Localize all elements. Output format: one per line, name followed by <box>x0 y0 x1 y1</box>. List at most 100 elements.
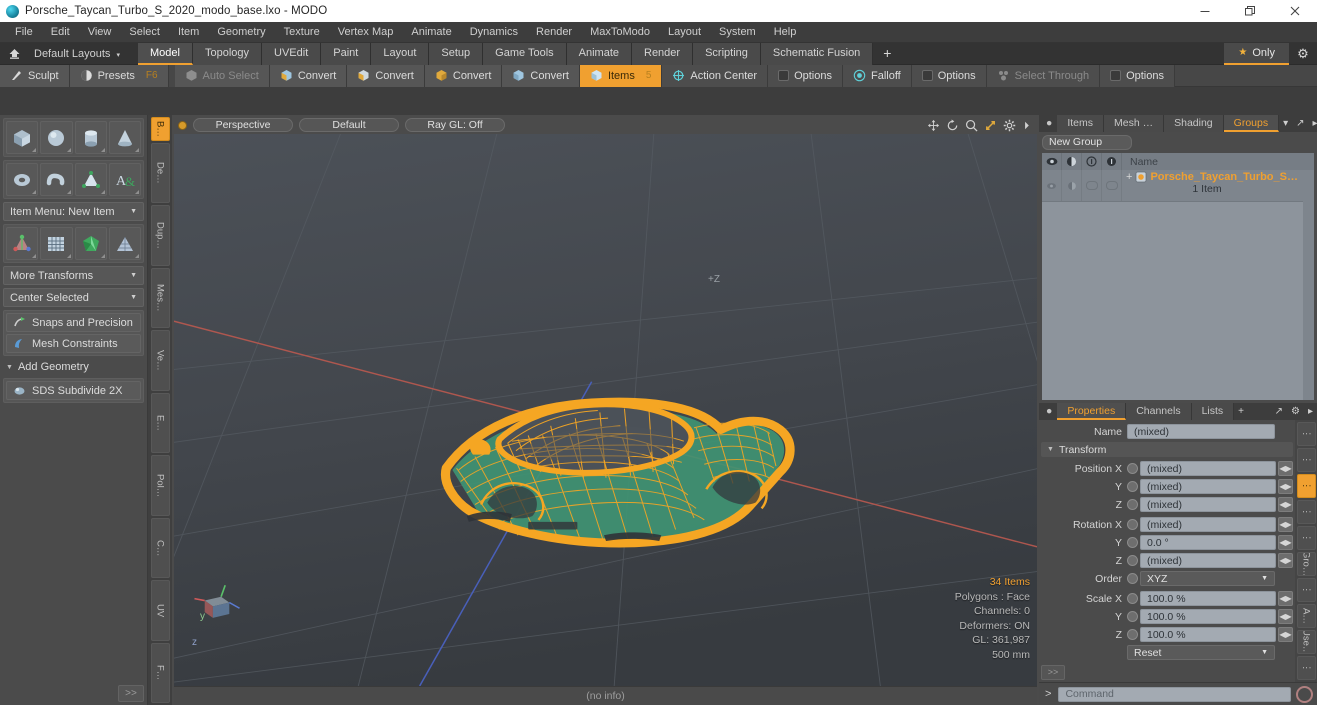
cylinder-primitive-button[interactable] <box>74 121 107 154</box>
vtab-uv[interactable]: UV <box>150 580 170 641</box>
tab-schematic-fusion[interactable]: Schematic Fusion <box>760 42 874 65</box>
tab-topology[interactable]: Topology <box>192 42 263 65</box>
sds-subdivide-button[interactable]: SDS Subdivide 2X <box>6 381 141 400</box>
rtab-user[interactable]: Use… <box>1296 630 1316 654</box>
name-field[interactable]: (mixed) <box>1127 424 1275 439</box>
select-through-button[interactable]: Select Through <box>986 64 1101 87</box>
position-x-channel-dot[interactable] <box>1127 463 1138 474</box>
checkbox-icon[interactable] <box>1110 70 1122 81</box>
scale-x-field[interactable]: 100.0 % <box>1140 591 1276 606</box>
rotation-z-spinner[interactable]: ◀▶ <box>1278 553 1293 568</box>
lock-icon[interactable] <box>1102 153 1122 170</box>
rtab-2[interactable]: ⋮ <box>1296 448 1316 472</box>
tab-properties[interactable]: Properties <box>1057 403 1127 420</box>
fit-icon[interactable] <box>984 119 997 132</box>
capsule-primitive-button[interactable] <box>40 163 73 196</box>
minimize-button[interactable] <box>1182 0 1227 22</box>
position-z-spinner[interactable]: ◀▶ <box>1278 497 1293 512</box>
gear-icon[interactable]: ⚙ <box>1289 46 1317 62</box>
more-transforms-dropdown[interactable]: More Transforms ▼ <box>3 266 144 285</box>
rotation-x-field[interactable]: (mixed) <box>1140 517 1276 532</box>
tab-render[interactable]: Render <box>632 42 694 65</box>
gear-icon[interactable] <box>1003 119 1016 132</box>
chevron-down-icon[interactable]: ▾ <box>1279 118 1292 129</box>
options-button-1[interactable]: Options <box>768 64 843 87</box>
vtab-edge[interactable]: E… <box>150 392 170 454</box>
convert-button-4[interactable]: Convert <box>502 64 580 87</box>
viewport-shading-button[interactable]: Default <box>299 118 399 132</box>
menu-edit[interactable]: Edit <box>42 22 79 43</box>
sphere-primitive-button[interactable] <box>40 121 73 154</box>
tab-setup[interactable]: Setup <box>429 42 484 65</box>
viewport-menu-dot[interactable] <box>178 120 187 130</box>
row-info-toggle[interactable] <box>1082 170 1102 201</box>
rtab-groups[interactable]: Gro… <box>1296 552 1316 576</box>
item-tree-scrollbar[interactable] <box>1303 170 1314 400</box>
rotation-y-spinner[interactable]: ◀▶ <box>1278 535 1293 550</box>
table-row[interactable]: + Porsche_Taycan_Turbo_S… 1 Item <box>1042 170 1314 202</box>
menu-file[interactable]: File <box>6 22 42 43</box>
scale-x-spinner[interactable]: ◀▶ <box>1278 591 1293 606</box>
tab-animate[interactable]: Animate <box>566 42 632 65</box>
cone-primitive-button[interactable] <box>108 121 141 154</box>
eye-icon[interactable] <box>1042 153 1062 170</box>
scale-z-field[interactable]: 100.0 % <box>1140 627 1276 642</box>
tab-lists[interactable]: Lists <box>1191 403 1235 420</box>
expand-icon[interactable]: ↗ <box>1292 118 1308 129</box>
menu-help[interactable]: Help <box>765 22 806 43</box>
rtab-4[interactable]: ⋮ <box>1296 500 1316 524</box>
panel-arrow-icon[interactable]: ▸ <box>1309 118 1317 129</box>
options-button-3[interactable]: Options <box>1100 64 1175 87</box>
panel-menu-dot[interactable]: ● <box>1041 115 1058 132</box>
transform-tool-button[interactable] <box>6 227 39 260</box>
record-icon[interactable] <box>1296 685 1313 703</box>
expand-row-button[interactable]: + <box>1126 171 1132 183</box>
properties-more-button[interactable]: >> <box>1041 665 1065 680</box>
vtab-duplicate[interactable]: Dup… <box>150 205 170 266</box>
mesh-constraints-button[interactable]: Mesh Constraints <box>6 334 141 353</box>
group-item-tree[interactable]: Name + Porsche_Taycan_Turbo_S… 1 Item <box>1042 153 1314 400</box>
position-y-spinner[interactable]: ◀▶ <box>1278 479 1293 494</box>
menu-item[interactable]: Item <box>169 22 208 43</box>
tab-game-tools[interactable]: Game Tools <box>483 42 567 65</box>
new-group-button[interactable]: New Group <box>1042 135 1132 150</box>
vtab-basic[interactable]: B… <box>150 117 170 141</box>
center-selected-dropdown[interactable]: Center Selected ▼ <box>3 288 144 307</box>
menu-dynamics[interactable]: Dynamics <box>461 22 527 43</box>
menu-system[interactable]: System <box>710 22 765 43</box>
rtab-5[interactable]: ⋮ <box>1296 526 1316 550</box>
menu-view[interactable]: View <box>79 22 121 43</box>
convert-button-3[interactable]: Convert <box>424 64 503 87</box>
menu-vertex-map[interactable]: Vertex Map <box>329 22 403 43</box>
scale-z-channel-dot[interactable] <box>1127 629 1138 640</box>
position-z-channel-dot[interactable] <box>1127 499 1138 510</box>
scale-y-field[interactable]: 100.0 % <box>1140 609 1276 624</box>
expand-icon[interactable]: ↗ <box>1271 406 1287 417</box>
rotation-y-field[interactable]: 0.0 ° <box>1140 535 1276 550</box>
position-x-field[interactable]: (mixed) <box>1140 461 1276 476</box>
add-tab-button[interactable]: + <box>1234 406 1248 417</box>
plane-tool-button[interactable] <box>108 227 141 260</box>
rotation-y-channel-dot[interactable] <box>1127 537 1138 548</box>
tab-shading[interactable]: Shading <box>1164 115 1224 132</box>
vtab-fusion[interactable]: F… <box>150 642 170 703</box>
rtab-1[interactable]: ⋮ <box>1296 422 1316 446</box>
menu-layout[interactable]: Layout <box>659 22 710 43</box>
items-button[interactable]: Items 5 <box>579 64 663 87</box>
menu-render[interactable]: Render <box>527 22 581 43</box>
add-geometry-section[interactable]: ▼ Add Geometry <box>3 359 144 375</box>
scale-x-channel-dot[interactable] <box>1127 593 1138 604</box>
scale-z-spinner[interactable]: ◀▶ <box>1278 627 1293 642</box>
gear-icon[interactable]: ⚙ <box>1287 406 1304 417</box>
arrow-icon[interactable] <box>1022 119 1031 132</box>
vtab-command[interactable]: C… <box>150 517 170 579</box>
row-lock-toggle[interactable] <box>1102 170 1122 201</box>
panel-arrow-icon[interactable]: ▸ <box>1304 406 1317 417</box>
rtab-7[interactable]: ⋮ <box>1296 578 1316 602</box>
tab-mesh[interactable]: Mesh … <box>1104 115 1165 132</box>
position-y-field[interactable]: (mixed) <box>1140 479 1276 494</box>
reset-dropdown[interactable]: Reset ▼ <box>1127 645 1275 660</box>
tab-channels[interactable]: Channels <box>1126 403 1192 420</box>
tab-groups[interactable]: Groups <box>1223 115 1280 132</box>
rotation-z-channel-dot[interactable] <box>1127 555 1138 566</box>
